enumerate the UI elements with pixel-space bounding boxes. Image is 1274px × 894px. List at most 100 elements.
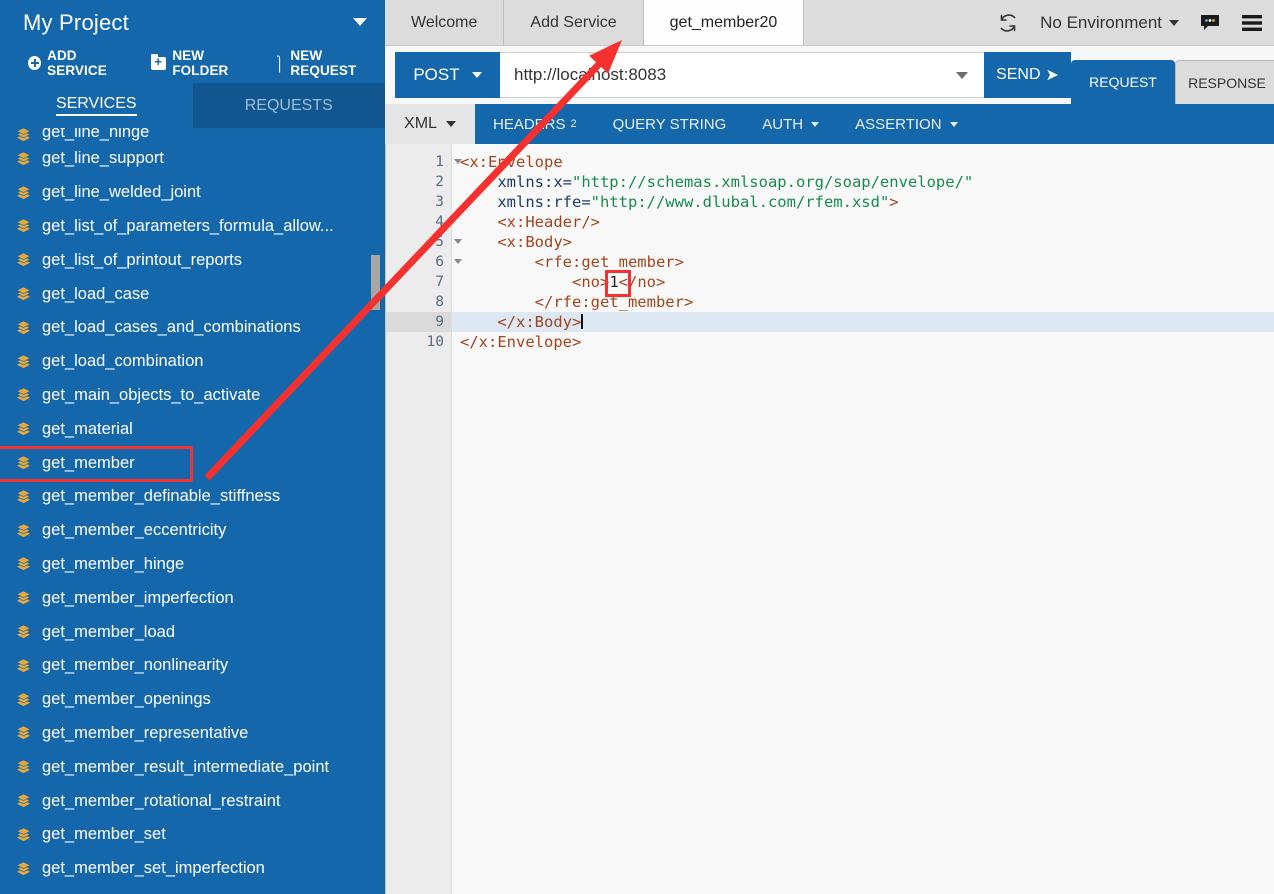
tab-bar-right-tools: No Environment	[996, 0, 1274, 45]
list-item[interactable]: get_list_of_printout_reports	[0, 243, 385, 277]
list-item-label: get_line_hinge	[42, 128, 150, 141]
sub-tab-auth-label: AUTH	[762, 115, 804, 133]
url-input[interactable]: http://localhost:8083	[500, 52, 940, 98]
line-number: 5	[386, 232, 462, 252]
environment-selector[interactable]: No Environment	[1040, 13, 1179, 33]
url-history-dropdown[interactable]	[940, 52, 984, 98]
list-item[interactable]: get_member_definable_stiffness	[0, 480, 385, 514]
list-item[interactable]: get_material	[0, 412, 385, 446]
service-icon	[16, 523, 31, 537]
list-item[interactable]: get_member_eccentricity	[0, 514, 385, 548]
send-button[interactable]: SEND ➤	[984, 52, 1071, 98]
list-item-label: get_member_rotational_restraint	[42, 791, 281, 810]
code-line[interactable]: xmlns:rfe="http://www.dlubal.com/rfem.xs…	[452, 192, 1274, 212]
request-sub-toolbar: XML HEADERS 2 QUERY STRING AUTH ASSERTIO…	[385, 104, 1274, 144]
code-line[interactable]: <x:Body>	[452, 232, 1274, 252]
list-item[interactable]: get_member_load	[0, 615, 385, 649]
refresh-icon[interactable]	[996, 11, 1020, 35]
service-icon	[16, 354, 31, 368]
list-item-label: get_list_of_parameters_formula_allow...	[42, 216, 334, 235]
code-line[interactable]: <x:Envelope	[452, 152, 1274, 172]
code-line[interactable]: <rfe:get_member>	[452, 252, 1274, 272]
list-item[interactable]: get_member_hinge	[0, 548, 385, 582]
sidebar-tab-services[interactable]: SERVICES	[0, 83, 193, 128]
sub-tab-assertion[interactable]: ASSERTION	[837, 104, 975, 144]
list-item[interactable]: get_load_cases_and_combinations	[0, 311, 385, 345]
chevron-down-icon	[956, 71, 968, 79]
line-number: 1	[386, 152, 462, 172]
sub-tab-query-string-label: QUERY STRING	[612, 115, 727, 133]
app-root: My Project ADD SERVICE NEW FOLDER ⌠ NEW …	[0, 0, 1274, 894]
code-token: >	[889, 193, 899, 211]
code-line[interactable]: <x:Header/>	[452, 212, 1274, 232]
list-item[interactable]: get_member_representative	[0, 717, 385, 751]
code-line[interactable]: <no>1</no>	[452, 270, 1274, 297]
service-list[interactable]: get_line_hinge get_line_support get_line_w…	[0, 128, 385, 894]
list-item[interactable]: get_member_openings	[0, 683, 385, 717]
tab-welcome-label: Welcome	[411, 13, 478, 31]
sidebar-scrollbar-thumb[interactable]	[371, 255, 380, 310]
sub-tab-headers-label: HEADERS	[493, 115, 566, 133]
list-item[interactable]: get_main_objects_to_activate	[0, 379, 385, 413]
list-item-label: get_member_set_imperfection	[42, 859, 265, 878]
list-item-get-member-selected[interactable]: get_member	[0, 446, 385, 482]
code-line[interactable]: </x:Envelope>	[452, 332, 1274, 352]
sub-tab-query-string[interactable]: QUERY STRING	[595, 104, 745, 144]
code-token: <x:Envelope	[460, 153, 563, 171]
main-panel: Welcome Add Service get_member20 No Envi…	[385, 0, 1274, 894]
tab-get-member20-label: get_member20	[669, 13, 778, 31]
list-item-label: get_main_objects_to_activate	[42, 385, 261, 404]
list-item[interactable]: get_load_case	[0, 277, 385, 311]
list-item[interactable]: get_line_support	[0, 142, 385, 176]
code-token: </x:Envelope>	[460, 333, 582, 351]
new-request-button[interactable]: ⌠ NEW REQUEST	[275, 48, 385, 78]
code-line[interactable]: </rfe:get_member>	[452, 292, 1274, 312]
code-token: <x:Header/>	[497, 213, 600, 231]
sidebar-tab-requests-label: REQUESTS	[244, 96, 333, 114]
tab-response[interactable]: RESPONSE	[1175, 60, 1274, 104]
list-item[interactable]: get_member_rotational_restraint	[0, 784, 385, 818]
list-item-label: get_member_set	[42, 825, 166, 844]
list-item-partial[interactable]: get_line_hinge	[0, 128, 385, 142]
service-icon	[16, 692, 31, 706]
list-item[interactable]: get_member_set	[0, 818, 385, 852]
tab-add-service[interactable]: Add Service	[504, 0, 644, 45]
code-line[interactable]: xmlns:x="http://schemas.xmlsoap.org/soap…	[452, 172, 1274, 192]
add-service-button[interactable]: ADD SERVICE	[28, 48, 134, 78]
list-item[interactable]: get_member_result_intermediate_point	[0, 750, 385, 784]
code-token: <no>	[571, 273, 610, 291]
http-method-label: POST	[413, 65, 460, 84]
editor-code-area[interactable]: <x:Envelope xmlns:x="http://schemas.xmls…	[452, 144, 1274, 894]
code-line[interactable]: </x:Body>	[452, 312, 1274, 332]
service-icon	[16, 128, 31, 142]
list-item[interactable]: get_member_nonlinearity	[0, 649, 385, 683]
list-item-label: get_member_result_intermediate_point	[42, 757, 330, 776]
chevron-down-icon[interactable]	[353, 18, 367, 26]
sidebar-scrollbar-track[interactable]	[371, 128, 380, 890]
list-item[interactable]: get_load_combination	[0, 345, 385, 379]
sidebar-tab-requests[interactable]: REQUESTS	[192, 83, 385, 128]
xml-body-editor[interactable]: 1 2 3 4 5 6 7 8 9 10 <x:Envelope xmlns:x="http://…	[385, 144, 1274, 894]
body-type-selector[interactable]: XML	[385, 104, 475, 144]
line-number: 2	[435, 174, 444, 190]
comment-bubble-icon[interactable]	[1199, 13, 1221, 33]
send-button-label: SEND	[996, 66, 1041, 83]
list-item[interactable]: get_list_of_parameters_formula_allow...	[0, 210, 385, 244]
sub-tab-auth[interactable]: AUTH	[744, 104, 837, 144]
request-url-row: POST http://localhost:8083 SEND ➤ REQUES…	[385, 46, 1274, 104]
tab-request[interactable]: REQUEST	[1071, 60, 1175, 104]
tab-welcome[interactable]: Welcome	[385, 0, 505, 45]
code-token: <x:Body>	[497, 233, 572, 251]
hamburger-menu-icon[interactable]	[1241, 14, 1263, 32]
list-item[interactable]: get_line_welded_joint	[0, 176, 385, 210]
http-method-selector[interactable]: POST	[395, 52, 500, 98]
list-item[interactable]: get_member_imperfection	[0, 581, 385, 615]
new-folder-button[interactable]: NEW FOLDER	[151, 48, 258, 78]
sub-tab-headers[interactable]: HEADERS 2	[475, 104, 595, 144]
chevron-down-icon	[445, 121, 456, 127]
tab-get-member20[interactable]: get_member20	[643, 0, 805, 45]
service-icon	[16, 591, 31, 605]
list-item[interactable]: get_member_set_imperfection	[0, 852, 385, 886]
